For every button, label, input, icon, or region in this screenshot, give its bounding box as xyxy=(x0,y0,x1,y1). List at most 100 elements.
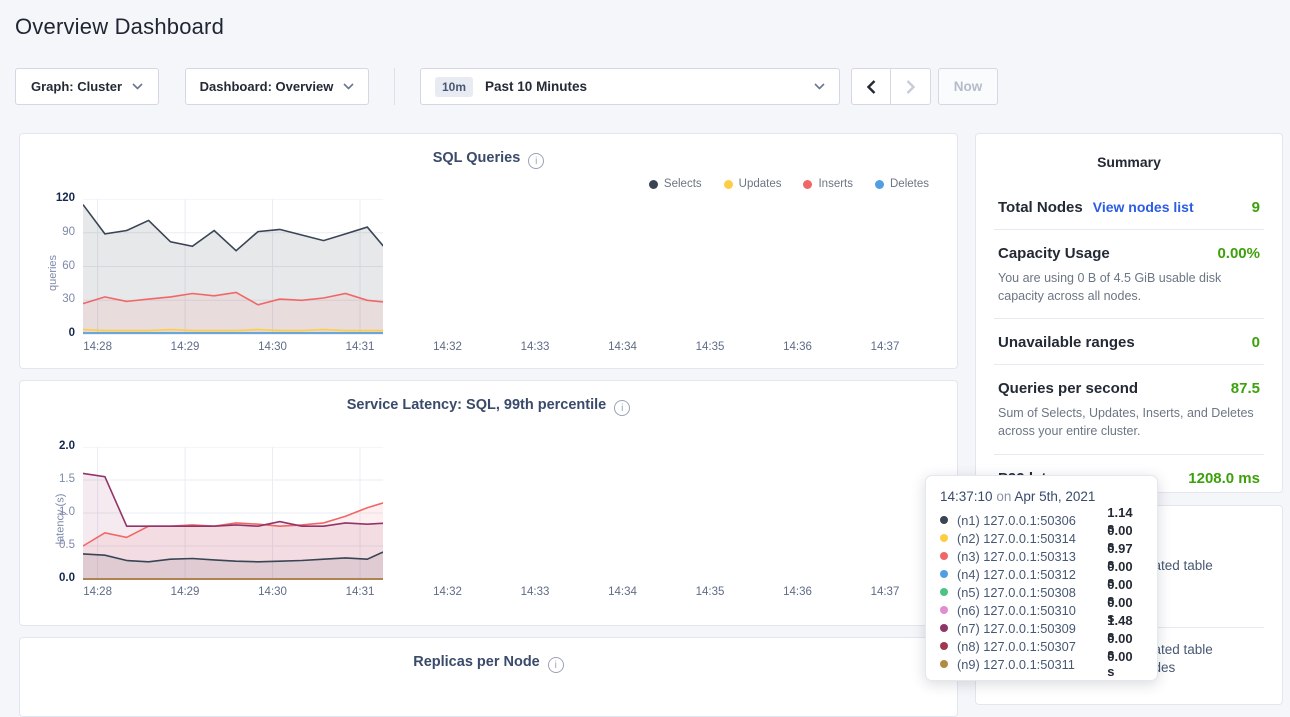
series-dot-icon xyxy=(940,642,948,650)
x-tick-label: 14:29 xyxy=(165,341,205,353)
summary-panel: Summary Total Nodes View nodes list 9 Ca… xyxy=(975,133,1283,493)
info-icon[interactable]: i xyxy=(528,153,544,169)
toolbar-divider xyxy=(394,68,395,105)
chevron-down-icon xyxy=(132,83,143,90)
tooltip-timestamp: 14:37:10 on Apr 5th, 2021 xyxy=(940,489,1143,504)
legend-item[interactable]: Updates xyxy=(724,178,782,190)
y-tick-label: 2.0 xyxy=(39,440,75,452)
legend-dot-icon xyxy=(649,180,658,189)
summary-row-subtext: Sum of Selects, Updates, Inserts, and De… xyxy=(998,404,1260,440)
time-next-button[interactable] xyxy=(891,68,931,105)
x-tick-label: 14:36 xyxy=(777,586,817,598)
chart-plot-area[interactable] xyxy=(83,447,383,597)
legend-dot-icon xyxy=(724,180,733,189)
time-range-label: Past 10 Minutes xyxy=(485,79,802,94)
chart-title: Service Latency: SQL, 99th percentile xyxy=(347,397,607,413)
summary-row-value: 0.00% xyxy=(1217,245,1260,262)
page-title: Overview Dashboard xyxy=(15,14,224,40)
summary-row-label: Total Nodes xyxy=(998,199,1083,216)
y-tick-label: 1.0 xyxy=(39,506,75,518)
tooltip-row: (n9) 127.0.0.1:503110.00 s xyxy=(940,655,1143,673)
x-tick-label: 14:36 xyxy=(777,341,817,353)
y-tick-label: 30 xyxy=(39,293,75,305)
x-tick-label: 14:35 xyxy=(690,586,730,598)
x-tick-label: 14:33 xyxy=(515,341,555,353)
legend-item[interactable]: Inserts xyxy=(803,178,853,190)
graph-dropdown[interactable]: Graph: Cluster xyxy=(15,68,159,105)
time-range-dropdown[interactable]: 10m Past 10 Minutes xyxy=(420,68,840,105)
service-latency-card: Service Latency: SQL, 99th percentile i l… xyxy=(19,380,958,626)
x-tick-label: 14:30 xyxy=(253,341,293,353)
x-tick-label: 14:33 xyxy=(515,586,555,598)
time-prev-button[interactable] xyxy=(851,68,891,105)
x-tick-label: 14:32 xyxy=(428,586,468,598)
y-tick-label: 60 xyxy=(39,260,75,272)
y-tick-label: 0 xyxy=(39,327,75,339)
summary-row-subtext: You are using 0 B of 4.5 GiB usable disk… xyxy=(998,269,1260,305)
x-tick-label: 14:34 xyxy=(603,341,643,353)
summary-row-value: 87.5 xyxy=(1231,380,1260,397)
y-axis-unit-label: latency (s) xyxy=(54,494,66,545)
summary-row-value: 9 xyxy=(1252,199,1260,216)
now-button[interactable]: Now xyxy=(938,68,998,105)
summary-row-label: Capacity Usage xyxy=(998,245,1110,262)
view-nodes-list-link[interactable]: View nodes list xyxy=(1093,199,1194,215)
x-tick-label: 14:29 xyxy=(165,586,205,598)
legend-item[interactable]: Deletes xyxy=(875,178,929,190)
y-tick-label: 0.0 xyxy=(39,572,75,584)
graph-dropdown-label: Graph: Cluster xyxy=(31,79,122,94)
x-tick-label: 14:35 xyxy=(690,341,730,353)
x-tick-label: 14:37 xyxy=(865,586,905,598)
chevron-down-icon xyxy=(343,83,354,90)
chart-hover-tooltip: 14:37:10 on Apr 5th, 2021 (n1) 127.0.0.1… xyxy=(925,475,1158,681)
legend-dot-icon xyxy=(875,180,884,189)
summary-row-capacity: Capacity Usage 0.00% You are using 0 B o… xyxy=(976,230,1282,318)
chart-title: Replicas per Node xyxy=(413,654,540,670)
series-dot-icon xyxy=(940,660,948,668)
x-tick-label: 14:28 xyxy=(78,586,118,598)
summary-row-value: 1208.0 ms xyxy=(1188,470,1260,487)
series-dot-icon xyxy=(940,570,948,578)
summary-row-unavailable-ranges: Unavailable ranges 0 xyxy=(976,319,1282,364)
chart-legend: Selects Updates Inserts Deletes xyxy=(649,178,929,190)
legend-item[interactable]: Selects xyxy=(649,178,702,190)
y-tick-label: 0.5 xyxy=(39,539,75,551)
overview-dashboard-page: Overview Dashboard Graph: Cluster Dashbo… xyxy=(0,0,1290,689)
chart-plot-area[interactable] xyxy=(83,199,383,349)
x-tick-label: 14:32 xyxy=(428,341,468,353)
summary-row-value: 0 xyxy=(1252,334,1260,351)
legend-dot-icon xyxy=(803,180,812,189)
chart-title: SQL Queries xyxy=(433,150,521,166)
chevron-down-icon xyxy=(814,83,825,90)
time-range-badge: 10m xyxy=(435,77,473,97)
dashboard-dropdown-label: Dashboard: Overview xyxy=(200,79,334,94)
info-icon[interactable]: i xyxy=(548,657,564,673)
x-tick-label: 14:31 xyxy=(340,341,380,353)
summary-row-label: Unavailable ranges xyxy=(998,334,1135,351)
dashboard-dropdown[interactable]: Dashboard: Overview xyxy=(185,68,369,105)
series-dot-icon xyxy=(940,516,948,524)
time-nav-group xyxy=(851,68,931,105)
y-tick-label: 90 xyxy=(39,226,75,238)
series-dot-icon xyxy=(940,588,948,596)
sql-queries-card: SQL Queries i Selects Updates Inserts Delete… xyxy=(19,133,958,369)
series-dot-icon xyxy=(940,552,948,560)
summary-row-total-nodes: Total Nodes View nodes list 9 xyxy=(976,184,1282,229)
x-tick-label: 14:37 xyxy=(865,341,905,353)
y-tick-label: 120 xyxy=(39,192,75,204)
chart-title-row: Service Latency: SQL, 99th percentile i xyxy=(20,397,957,416)
chart-title-row: SQL Queries i xyxy=(20,150,957,169)
x-tick-label: 14:30 xyxy=(253,586,293,598)
replicas-per-node-card: Replicas per Node i xyxy=(19,637,958,717)
y-tick-label: 1.5 xyxy=(39,473,75,485)
summary-title: Summary xyxy=(976,134,1282,170)
series-dot-icon xyxy=(940,606,948,614)
x-tick-label: 14:34 xyxy=(603,586,643,598)
x-tick-label: 14:28 xyxy=(78,341,118,353)
series-dot-icon xyxy=(940,624,948,632)
x-tick-label: 14:31 xyxy=(340,586,380,598)
summary-row-label: Queries per second xyxy=(998,380,1138,397)
info-icon[interactable]: i xyxy=(614,400,630,416)
summary-row-qps: Queries per second 87.5 Sum of Selects, … xyxy=(976,365,1282,453)
chart-title-row: Replicas per Node i xyxy=(20,654,957,673)
